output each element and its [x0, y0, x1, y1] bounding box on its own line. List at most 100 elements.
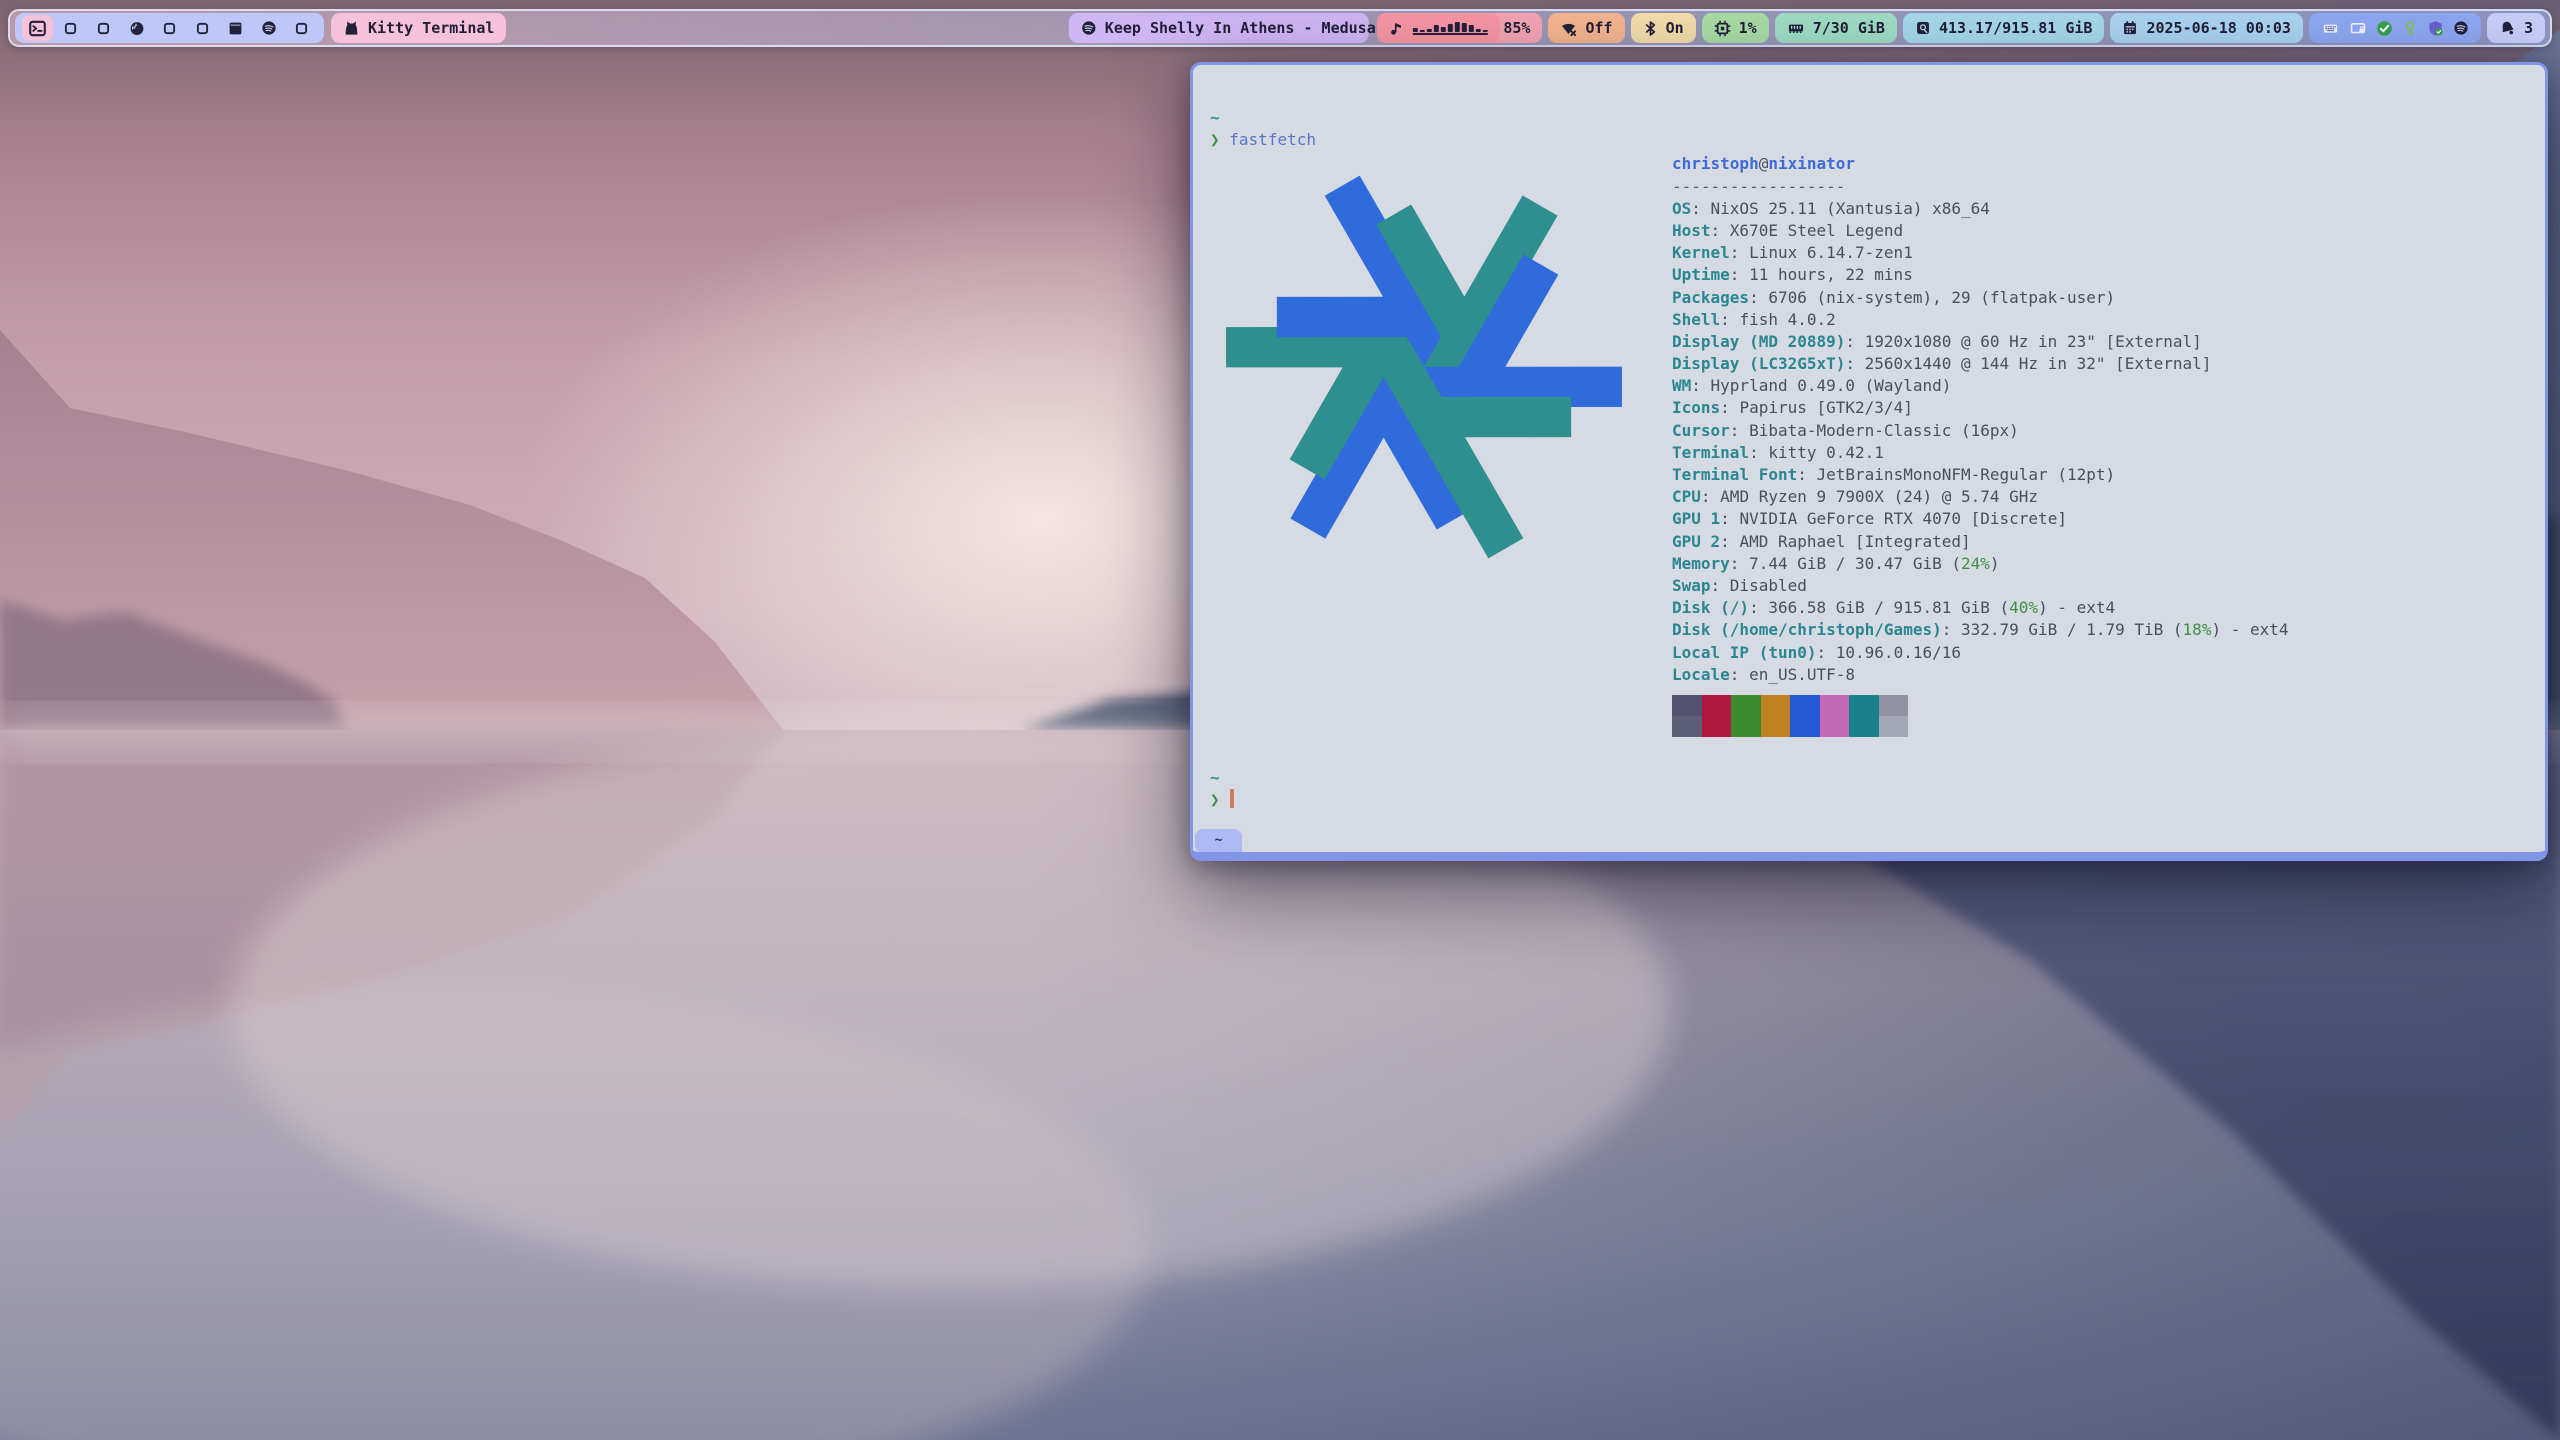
terminal-tab[interactable]: ~: [1195, 829, 1242, 852]
hostname: nixinator: [1768, 154, 1855, 173]
terminal-tab-label: ~: [1215, 833, 1223, 848]
fastfetch-entry: CPU: AMD Ryzen 9 7900X (24) @ 5.74 GHz: [1672, 486, 2289, 508]
disk-value: 413.17/915.81 GiB: [1939, 19, 2093, 37]
entry-colon: :: [1711, 576, 1730, 595]
fastfetch-entry: Memory: 7.44 GiB / 30.47 GiB (24%): [1672, 553, 2289, 575]
workspace-9[interactable]: [286, 15, 317, 41]
entry-label: Disk (/): [1672, 598, 1749, 617]
empty-square-icon: [64, 22, 77, 35]
entry-colon: :: [1749, 598, 1768, 617]
bluetooth-value: On: [1666, 19, 1684, 37]
palette-swatch: [1702, 716, 1732, 737]
screen-lock-icon[interactable]: [2349, 21, 2367, 36]
color-palette: [1672, 695, 2289, 737]
workspace-4[interactable]: [121, 15, 152, 41]
palette-row: [1672, 716, 2289, 737]
fastfetch-output: christoph@nixinator------------------OS:…: [1210, 153, 2525, 737]
ram-icon: [1787, 20, 1805, 36]
equalizer-bars: [1413, 21, 1488, 35]
entry-value: ): [1990, 554, 2000, 573]
entry-value: 10.96.0.16/16: [1836, 643, 1961, 662]
empty-square-icon: [97, 22, 110, 35]
prompt-symbol: ❯: [1210, 790, 1220, 809]
system-tray: [2309, 13, 2481, 43]
text-cursor: [1230, 789, 1234, 808]
workspace-8[interactable]: [253, 15, 284, 41]
keyboard-icon[interactable]: [2321, 21, 2340, 36]
command-text: fastfetch: [1229, 130, 1316, 149]
status-bar: Kitty Terminal Keep Shelly In Athens - M…: [8, 9, 2552, 47]
workspace-2[interactable]: [55, 15, 86, 41]
fastfetch-entry: Disk (/): 366.58 GiB / 915.81 GiB (40%) …: [1672, 597, 2289, 619]
check-circle-icon[interactable]: [2376, 20, 2393, 37]
spotify-icon[interactable]: [2453, 20, 2469, 36]
fastfetch-entry: Icons: Papirus [GTK2/3/4]: [1672, 397, 2289, 419]
network-module[interactable]: Off: [1548, 13, 1624, 43]
palette-swatch: [1849, 716, 1879, 737]
palette-swatch: [1790, 695, 1820, 716]
clock-module[interactable]: 2025-06-18 00:03: [2110, 13, 2303, 43]
workspace-7[interactable]: [220, 15, 251, 41]
fastfetch-entry: Local IP (tun0): 10.96.0.16/16: [1672, 642, 2289, 664]
at-symbol: @: [1759, 154, 1769, 173]
entry-colon: :: [1730, 554, 1749, 573]
notifications-module[interactable]: 3: [2487, 13, 2545, 43]
fastfetch-entry: Uptime: 11 hours, 22 mins: [1672, 264, 2289, 286]
cpu-module[interactable]: 1%: [1702, 13, 1769, 43]
disk-icon: [1915, 20, 1931, 36]
palette-swatch: [1761, 695, 1791, 716]
entry-value: JetBrainsMonoNFM-Regular (12pt): [1817, 465, 2116, 484]
center-modules: Keep Shelly In Athens - Medusa: [1069, 13, 1500, 43]
right-modules: 85%OffOn1%7/30 GiB413.17/915.81 GiB2025-…: [1466, 13, 2545, 43]
entry-value: Bibata-Modern-Classic (16px): [1749, 421, 2019, 440]
entry-label: Locale: [1672, 665, 1730, 684]
vpn-shield-icon[interactable]: [2427, 20, 2444, 37]
fastfetch-separator: ------------------: [1672, 176, 2289, 198]
entry-value: AMD Raphael [Integrated]: [1739, 532, 1970, 551]
firefox-icon: [129, 20, 145, 36]
entry-value: X670E Steel Legend: [1730, 221, 1903, 240]
entry-colon: :: [1797, 465, 1816, 484]
system-modules: 85%OffOn1%7/30 GiB413.17/915.81 GiB2025-…: [1466, 13, 2303, 43]
entry-percent: 24%: [1961, 554, 1990, 573]
entry-colon: :: [1749, 288, 1768, 307]
memory-module[interactable]: 7/30 GiB: [1775, 13, 1897, 43]
entry-value: NVIDIA GeForce RTX 4070 [Discrete]: [1739, 509, 2067, 528]
key-icon[interactable]: [2402, 20, 2418, 37]
media-player-module[interactable]: Keep Shelly In Athens - Medusa: [1069, 13, 1369, 43]
entry-colon: :: [1749, 443, 1768, 462]
palette-swatch: [1702, 695, 1732, 716]
entry-colon: :: [1730, 665, 1749, 684]
entry-colon: :: [1730, 243, 1749, 262]
entry-value: AMD Ryzen 9 7900X (24) @ 5.74 GHz: [1720, 487, 2038, 506]
entry-colon: :: [1720, 532, 1739, 551]
entry-colon: :: [1845, 354, 1864, 373]
memory-value: 7/30 GiB: [1813, 19, 1885, 37]
calendar-icon: [2122, 20, 2138, 36]
active-window-title[interactable]: Kitty Terminal: [331, 13, 506, 43]
audio-visualizer-module[interactable]: [1377, 13, 1500, 43]
entry-label: Terminal: [1672, 443, 1749, 462]
entry-value: 6706 (nix-system), 29 (flatpak-user): [1768, 288, 2115, 307]
disk-module[interactable]: 413.17/915.81 GiB: [1903, 13, 2105, 43]
workspace-6[interactable]: [187, 15, 218, 41]
workspace-3[interactable]: [88, 15, 119, 41]
fastfetch-entry: GPU 2: AMD Raphael [Integrated]: [1672, 531, 2289, 553]
entry-percent: 40%: [2009, 598, 2038, 617]
entry-label: CPU: [1672, 487, 1701, 506]
fastfetch-entry: Terminal Font: JetBrainsMonoNFM-Regular …: [1672, 464, 2289, 486]
bluetooth-module[interactable]: On: [1631, 13, 1696, 43]
workspace-1[interactable]: [22, 15, 53, 41]
entry-value: Linux 6.14.7-zen1: [1749, 243, 1913, 262]
fastfetch-entry: Display (LC32G5xT): 2560x1440 @ 144 Hz i…: [1672, 353, 2289, 375]
entry-label: Memory: [1672, 554, 1730, 573]
workspace-5[interactable]: [154, 15, 185, 41]
kitty-terminal-window[interactable]: ~ ❯ fastfetch christoph@nixinator-------…: [1190, 62, 2548, 861]
prompt-symbol: ❯: [1210, 130, 1220, 149]
bell-icon: [2499, 20, 2516, 37]
fastfetch-entry: Cursor: Bibata-Modern-Classic (16px): [1672, 420, 2289, 442]
entry-label: GPU 1: [1672, 509, 1720, 528]
entry-label: Host: [1672, 221, 1711, 240]
entry-value: 1920x1080 @ 60 Hz in 23" [External]: [1865, 332, 2202, 351]
entry-label: Swap: [1672, 576, 1711, 595]
